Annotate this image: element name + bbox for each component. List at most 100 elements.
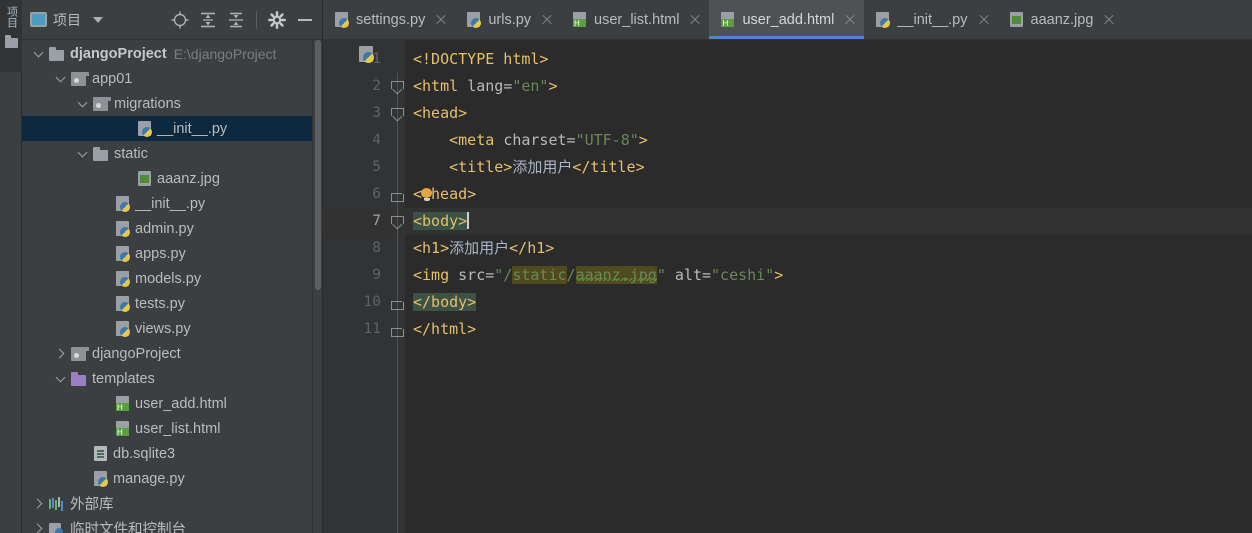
- tree-row[interactable]: __init__.py: [22, 116, 322, 141]
- tree-row[interactable]: apps.py: [22, 241, 322, 266]
- fold-line-11[interactable]: [389, 316, 405, 343]
- code-line-6[interactable]: < head>: [405, 181, 1252, 208]
- line-number[interactable]: 3: [323, 100, 389, 127]
- line-number[interactable]: 1: [323, 46, 389, 73]
- editor-tab[interactable]: user_list.html: [561, 0, 709, 39]
- chevron-down-icon[interactable]: [93, 16, 103, 23]
- hide-panel-icon[interactable]: [294, 9, 316, 31]
- tree-row[interactable]: migrations: [22, 91, 322, 116]
- line-number[interactable]: 2: [323, 73, 389, 100]
- tree-row[interactable]: __init__.py: [22, 191, 322, 216]
- intention-bulb-icon[interactable]: [421, 188, 433, 201]
- close-icon[interactable]: [1103, 14, 1115, 26]
- code-line-10[interactable]: </body>: [405, 289, 1252, 316]
- close-icon[interactable]: [978, 14, 990, 26]
- editor-tab-bar[interactable]: settings.py urls.py user_list.html user_add…: [323, 0, 1252, 40]
- img-icon: [138, 171, 151, 186]
- line-number[interactable]: 11: [323, 316, 389, 343]
- scrollbar-thumb[interactable]: [315, 40, 321, 290]
- locate-icon[interactable]: [169, 9, 191, 31]
- tree-row-label: templates: [92, 370, 155, 387]
- project-tree[interactable]: djangoProject E:\djangoProject app01 migrat…: [22, 40, 322, 533]
- editor-tab-label: urls.py: [488, 11, 532, 28]
- line-number[interactable]: 10: [323, 289, 389, 316]
- code-token: <body>: [413, 212, 468, 230]
- tree-row[interactable]: models.py: [22, 266, 322, 291]
- code-content[interactable]: <!DOCTYPE html> <html lang="en"> <head> …: [405, 40, 1252, 533]
- tree-row[interactable]: db.sqlite3: [22, 441, 322, 466]
- tree-row[interactable]: djangoProject: [22, 341, 322, 366]
- line-number[interactable]: 8: [323, 235, 389, 262]
- code-line-5[interactable]: <title>添加用户</title>: [405, 154, 1252, 181]
- tree-row-label: db.sqlite3: [113, 445, 176, 462]
- close-icon[interactable]: [844, 14, 856, 26]
- expand-all-icon[interactable]: [197, 9, 219, 31]
- fold-line-6[interactable]: [389, 181, 405, 208]
- tree-indent-spacer: [98, 397, 112, 411]
- close-icon[interactable]: [689, 14, 701, 26]
- tree-row[interactable]: admin.py: [22, 216, 322, 241]
- code-token: <head>: [413, 104, 468, 122]
- fold-line-10[interactable]: [389, 289, 405, 316]
- editor-tab[interactable]: user_add.html: [709, 0, 865, 39]
- fold-line-2[interactable]: [389, 73, 405, 100]
- editor-tab[interactable]: __init__.py: [864, 0, 997, 39]
- editor-tab[interactable]: settings.py: [323, 0, 455, 39]
- line-number[interactable]: 7: [323, 208, 389, 235]
- chevron-down-icon[interactable]: [54, 372, 68, 386]
- chevron-right-icon[interactable]: [32, 497, 46, 511]
- code-line-11[interactable]: </html>: [405, 316, 1252, 343]
- tree-row[interactable]: user_add.html: [22, 391, 322, 416]
- code-line-7[interactable]: <body>: [405, 208, 1252, 235]
- code-token: <title>: [413, 158, 513, 176]
- line-number[interactable]: 9: [323, 262, 389, 289]
- folder-mod-icon: [70, 71, 89, 87]
- code-token: "ceshi": [711, 266, 775, 284]
- code-line-3[interactable]: <head>: [405, 100, 1252, 127]
- fold-line-3[interactable]: [389, 100, 405, 127]
- code-line-8[interactable]: <h1>添加用户</h1>: [405, 235, 1252, 262]
- chevron-down-icon[interactable]: [54, 72, 68, 86]
- folder-mod-icon: [70, 346, 89, 362]
- chevron-right-icon[interactable]: [32, 522, 46, 533]
- line-number-gutter[interactable]: 1 2 3 4 5 6 7 8 9 10 11: [323, 40, 389, 533]
- line-number[interactable]: 5: [323, 154, 389, 181]
- left-tool-strip: 项目: [0, 0, 22, 533]
- code-line-1[interactable]: <!DOCTYPE html>: [405, 46, 1252, 73]
- tree-row[interactable]: djangoProject E:\djangoProject: [22, 41, 322, 66]
- chevron-right-icon[interactable]: [54, 347, 68, 361]
- tree-row[interactable]: tests.py: [22, 291, 322, 316]
- tree-row[interactable]: views.py: [22, 316, 322, 341]
- editor-tab[interactable]: aaanz.jpg: [998, 0, 1124, 39]
- close-icon[interactable]: [435, 14, 447, 26]
- collapse-all-icon[interactable]: [225, 9, 247, 31]
- project-tree-scrollbar[interactable]: [312, 40, 322, 533]
- tree-row[interactable]: static: [22, 141, 322, 166]
- project-vertical-tab[interactable]: 项目: [6, 6, 18, 32]
- code-line-4[interactable]: <meta charset="UTF-8">: [405, 127, 1252, 154]
- code-line-9[interactable]: <img src="/static/aaanz.jpg " alt="ceshi"…: [405, 262, 1252, 289]
- tree-row[interactable]: aaanz.jpg: [22, 166, 322, 191]
- chevron-down-icon[interactable]: [32, 47, 46, 61]
- tree-row[interactable]: 临时文件和控制台: [22, 516, 322, 533]
- fold-column[interactable]: [389, 40, 405, 533]
- tree-row[interactable]: user_list.html: [22, 416, 322, 441]
- db-icon: [94, 446, 107, 461]
- code-line-2[interactable]: <html lang="en">: [405, 73, 1252, 100]
- code-editor[interactable]: 1 2 3 4 5 6 7 8 9 10 11 <!DOCTYPE html> <html lang…: [323, 40, 1252, 533]
- tree-row[interactable]: app01: [22, 66, 322, 91]
- tree-row[interactable]: templates: [22, 366, 322, 391]
- line-number[interactable]: 6: [323, 181, 389, 208]
- folder-icon[interactable]: [4, 35, 18, 48]
- line-number[interactable]: 4: [323, 127, 389, 154]
- editor-tab[interactable]: urls.py: [455, 0, 561, 39]
- tree-row[interactable]: manage.py: [22, 466, 322, 491]
- fold-line-7[interactable]: [389, 208, 405, 235]
- chevron-down-icon[interactable]: [76, 97, 90, 111]
- close-icon[interactable]: [541, 14, 553, 26]
- settings-gear-icon[interactable]: [266, 9, 288, 31]
- tree-indent-spacer: [120, 122, 134, 136]
- python-file-icon: [335, 12, 349, 28]
- tree-row[interactable]: 外部库: [22, 491, 322, 516]
- chevron-down-icon[interactable]: [76, 147, 90, 161]
